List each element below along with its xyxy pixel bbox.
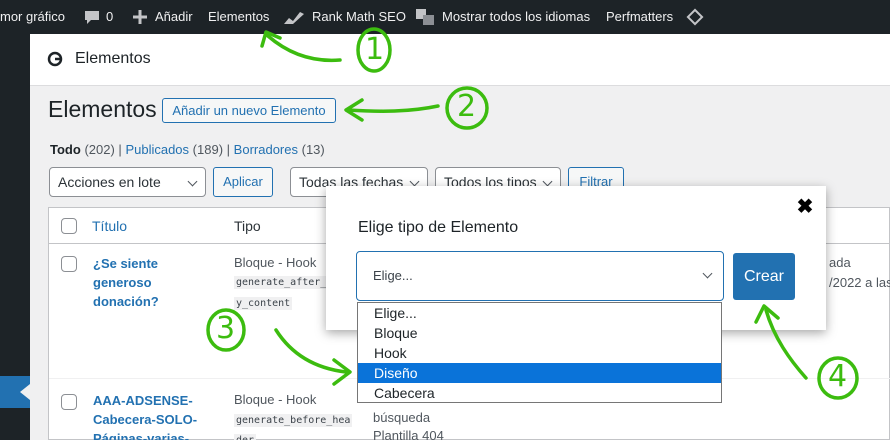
annotation-number-4: 4 — [828, 359, 848, 394]
chevron-down-icon — [702, 268, 713, 279]
annotation-number-1: 1 — [365, 32, 385, 67]
option-block[interactable]: Bloque — [358, 323, 721, 343]
option-choose[interactable]: Elige... — [358, 303, 721, 323]
close-icon[interactable]: ✖ — [794, 196, 816, 218]
option-hook[interactable]: Hook — [358, 343, 721, 363]
option-layout[interactable]: Diseño — [358, 363, 721, 383]
annotation-number-2: 2 — [457, 89, 477, 124]
option-header[interactable]: Cabecera — [358, 383, 721, 403]
modal-title: Elige tipo de Elemento — [358, 219, 519, 236]
annotation-number-3: 3 — [216, 311, 236, 346]
create-button[interactable]: Crear — [733, 253, 795, 300]
element-type-select-value: Elige... — [373, 268, 413, 283]
element-type-select[interactable]: Elige... — [356, 251, 724, 301]
element-type-options: Elige... Bloque Hook Diseño Cabecera — [357, 302, 722, 403]
